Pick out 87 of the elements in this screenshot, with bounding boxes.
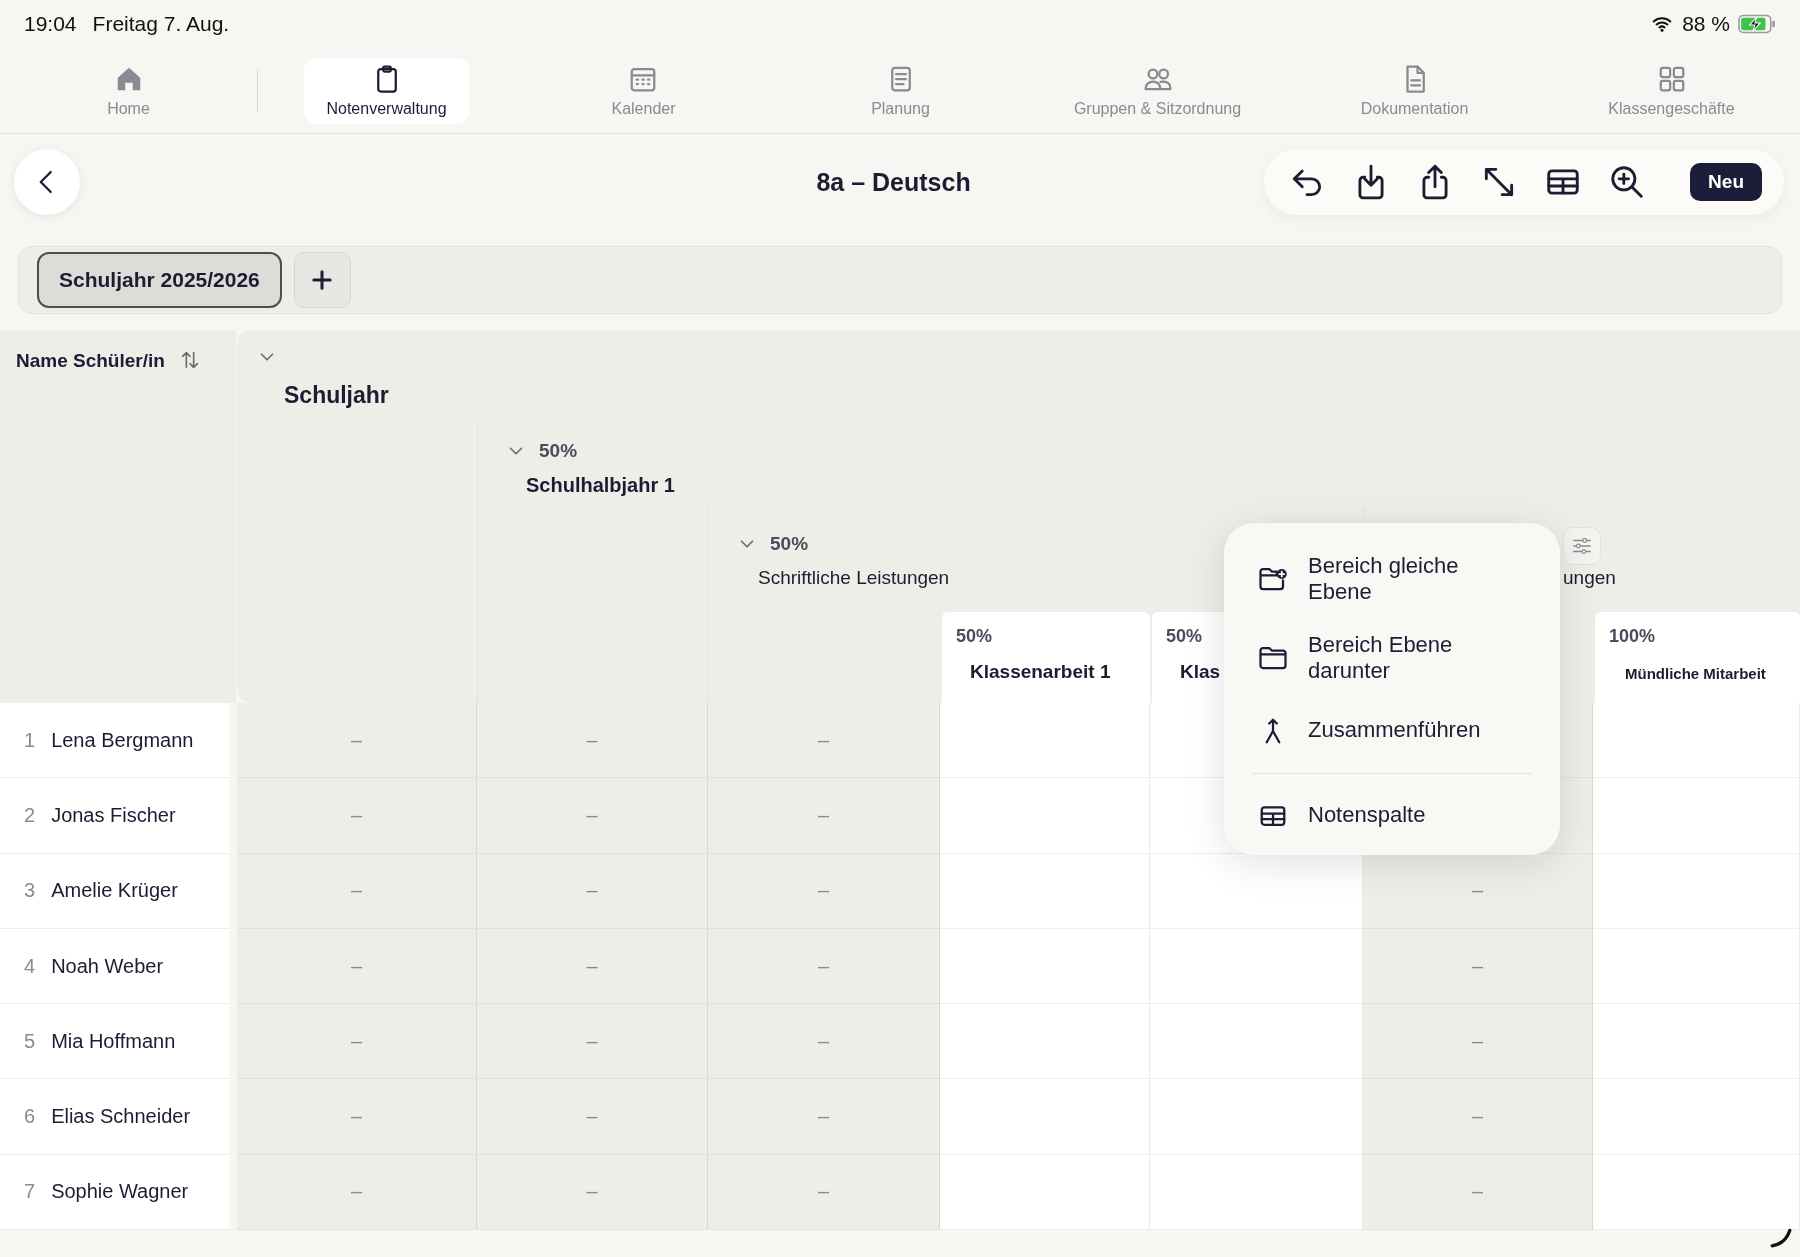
summary-cell: – <box>1363 1154 1593 1231</box>
weight-label: 100% <box>1609 626 1657 647</box>
summary-cell: – <box>477 1004 708 1080</box>
summary-cell: – <box>1363 853 1593 929</box>
group-title: Schuljahr <box>283 381 389 409</box>
menu-item[interactable]: Bereich Ebene darunter <box>1224 623 1560 693</box>
student-name: Elias Schneider <box>51 1105 191 1129</box>
summary-cell: – <box>708 703 940 779</box>
menu-item[interactable]: Bereich gleiche Ebene <box>1224 545 1560 614</box>
weight-label: 50% <box>770 533 809 555</box>
group-title: Schulhalbjahr 1 <box>525 473 675 497</box>
resize-handle-icon[interactable] <box>1770 1226 1792 1248</box>
add-button[interactable] <box>293 252 351 308</box>
status-date: Freitag 7. Aug. <box>92 12 230 36</box>
summary-cell: – <box>1363 1079 1593 1155</box>
grade-cell[interactable] <box>1150 853 1363 929</box>
summary-cell: – <box>708 853 940 929</box>
grade-cell[interactable] <box>1593 778 1800 854</box>
summary-cell: – <box>477 853 708 929</box>
page-title: 8a – Deutsch <box>815 167 972 197</box>
row-number: 5 <box>24 1029 36 1053</box>
student-name: Noah Weber <box>51 954 164 978</box>
grade-cell[interactable] <box>1593 703 1800 779</box>
sliders-icon <box>1571 535 1593 557</box>
student-name: Mia Hoffmann <box>51 1029 176 1053</box>
row-number: 7 <box>24 1180 36 1204</box>
grade-cell[interactable] <box>1150 1004 1363 1080</box>
row-number: 6 <box>24 1105 36 1129</box>
grade-cell[interactable] <box>940 1079 1150 1155</box>
grade-cell[interactable] <box>940 778 1150 854</box>
column-title: Klassenarbeit 1 <box>969 661 1112 683</box>
summary-cell: – <box>1363 928 1593 1005</box>
summary-cell: – <box>237 703 477 779</box>
grade-cell[interactable] <box>940 928 1150 1005</box>
summary-cell: – <box>1363 1004 1593 1080</box>
row-number: 2 <box>24 803 36 827</box>
grade-cell[interactable] <box>1593 1154 1800 1231</box>
summary-cell: – <box>708 1004 940 1080</box>
grade-cell[interactable] <box>1150 1079 1363 1155</box>
summary-cell: – <box>237 778 477 854</box>
summary-cell: – <box>477 1079 708 1155</box>
weight-label: 50% <box>956 626 994 647</box>
menu-item[interactable]: Zusammenführen <box>1224 702 1560 759</box>
summary-cell: – <box>237 1154 477 1231</box>
status-time: 19:04 <box>24 12 77 36</box>
summary-cell: – <box>237 928 477 1005</box>
filter-button[interactable] <box>1563 527 1601 565</box>
grade-cell[interactable] <box>1150 928 1363 1005</box>
grade-cell[interactable] <box>1593 1004 1800 1080</box>
row-number: 1 <box>24 728 36 752</box>
row-number: 4 <box>24 954 36 978</box>
grade-cell[interactable] <box>940 1154 1150 1231</box>
summary-cell: – <box>477 1154 708 1231</box>
group-title: Schriftliche Leistungen <box>757 566 950 589</box>
summary-cell: – <box>237 1004 477 1080</box>
grade-cell[interactable] <box>1593 1079 1800 1155</box>
student-name: Sophie Wagner <box>51 1180 189 1204</box>
weight-label: 50% <box>539 440 578 462</box>
new-button[interactable]: Neu <box>1690 163 1762 201</box>
grade-cell[interactable] <box>940 1004 1150 1080</box>
grade-cell[interactable] <box>1150 1154 1363 1231</box>
summary-cell: – <box>708 928 940 1005</box>
grade-column-header[interactable]: 100% Mündliche Mitarbeit <box>1595 612 1800 703</box>
summary-cell: – <box>708 1079 940 1155</box>
column-title: Mündliche Mitarbeit <box>1624 664 1767 682</box>
grade-cell[interactable] <box>1593 928 1800 1005</box>
student-name: Amelie Krüger <box>51 879 178 903</box>
student-name: Lena Bergmann <box>51 728 194 752</box>
student-name: Jonas Fischer <box>51 803 176 827</box>
summary-cell: – <box>477 928 708 1005</box>
row-number: 3 <box>24 879 36 903</box>
nav-tab[interactable]: Notenverwaltung <box>304 57 469 124</box>
summary-cell: – <box>708 1154 940 1231</box>
grade-cell[interactable] <box>1593 853 1800 929</box>
summary-cell: – <box>477 778 708 854</box>
summary-cell: – <box>708 778 940 854</box>
grade-column-header[interactable]: 50% Klassenarbeit 1 <box>942 612 1150 703</box>
group-title: ungen <box>1563 566 1616 589</box>
summary-cell: – <box>477 703 708 779</box>
grade-cell[interactable] <box>940 703 1150 779</box>
menu-item[interactable]: Notenspalte <box>1224 787 1560 844</box>
summary-cell: – <box>237 853 477 929</box>
summary-cell: – <box>237 1079 477 1155</box>
column-title: Name Schüler/in <box>16 350 165 372</box>
battery-percent: 88 % <box>1682 12 1730 36</box>
grade-cell[interactable] <box>940 853 1150 929</box>
year-tab[interactable]: Schuljahr 2025/2026 <box>37 252 282 308</box>
